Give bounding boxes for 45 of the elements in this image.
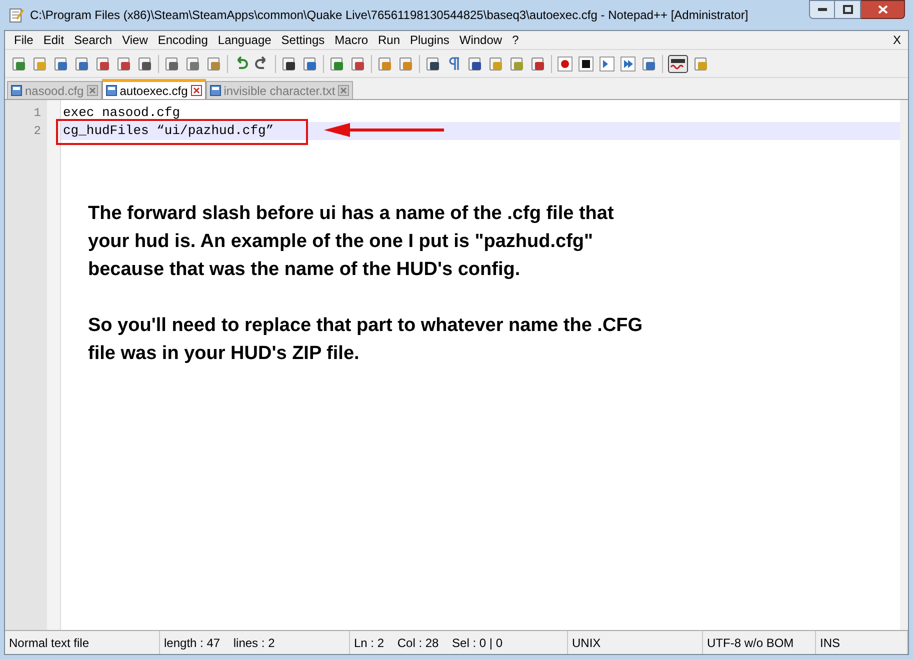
minimize-button[interactable]: [809, 0, 835, 19]
menu-item[interactable]: Settings: [276, 31, 330, 49]
menu-item[interactable]: Run: [373, 31, 406, 49]
status-field: Normal text file: [5, 631, 160, 654]
menu-item[interactable]: ?: [507, 31, 524, 49]
status-field: INS: [816, 631, 908, 654]
code-line: exec nasood.cfg: [62, 104, 182, 122]
status-field: UTF-8 w/o BOM: [703, 631, 816, 654]
window-title: C:\Program Files (x86)\Steam\SteamApps\common\Quake Live\76561198130544825\baseq3\autoexec.cfg - Notepad++ [Administrator]: [30, 7, 748, 24]
status-field: UNIX: [568, 631, 703, 654]
line-number: 2: [32, 123, 42, 140]
tab-close-icon[interactable]: [190, 85, 202, 96]
file-icon: [210, 85, 221, 96]
restore-icon: [842, 5, 852, 14]
menu-item[interactable]: Search: [69, 31, 118, 49]
menu-item[interactable]: Macro: [330, 31, 373, 49]
menu-item[interactable]: Edit: [38, 31, 70, 49]
play-multiple-icon[interactable]: [620, 56, 636, 72]
status-field: length : 47 lines : 2: [160, 631, 350, 654]
menu-item[interactable]: File: [9, 31, 38, 49]
play-icon[interactable]: [599, 56, 615, 72]
tab-close-icon[interactable]: [86, 85, 98, 96]
stop-icon[interactable]: [578, 56, 594, 72]
pilcrow-icon[interactable]: [446, 56, 462, 72]
annotation-text: So you'll need to replace that part to whatever name the .CFG file was in your HUD's ZIP file.: [88, 314, 644, 366]
menu-close[interactable]: X: [892, 31, 904, 49]
menu-item[interactable]: Encoding: [152, 31, 213, 49]
minimize-icon: [818, 8, 826, 11]
record-icon[interactable]: [557, 56, 573, 72]
menu-item[interactable]: Language: [212, 31, 276, 49]
menu-item[interactable]: View: [117, 31, 153, 49]
notepad-icon: [8, 7, 24, 23]
line-number: 1: [32, 105, 42, 122]
file-tab[interactable]: autoexec.cfg: [102, 79, 206, 99]
file-icon: [11, 85, 22, 96]
status-field: Ln : 2 Col : 28 Sel : 0 | 0: [350, 631, 568, 654]
close-button[interactable]: [861, 0, 905, 19]
tab-close-icon[interactable]: [338, 85, 350, 96]
file-icon: [106, 85, 117, 96]
close-icon: [878, 5, 888, 14]
spellcheck-icon[interactable]: [668, 54, 688, 72]
annotation-text: The forward slash before ui has a name of the .cfg file that your hud is. An example of the one I put is "pazhud.cfg" because that was the name of the HUD's config.: [88, 202, 615, 282]
menu-item[interactable]: Plugins: [405, 31, 454, 49]
maximize-button[interactable]: [835, 0, 861, 19]
menu-item[interactable]: Window: [454, 31, 508, 49]
